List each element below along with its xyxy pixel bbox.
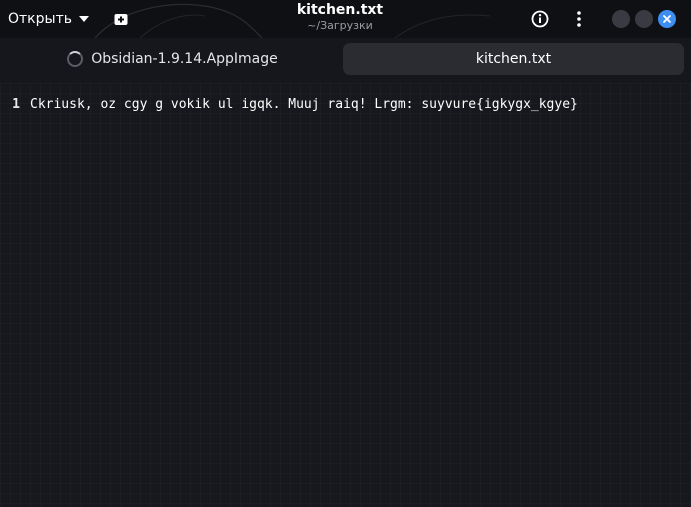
tab-obsidian-appimage[interactable]: Obsidian-1.9.14.AppImage bbox=[6, 43, 339, 75]
close-icon bbox=[663, 15, 671, 23]
text-editor-window: Открыть kitchen.txt ~/Загрузки Obsidian-… bbox=[0, 0, 691, 507]
loading-spinner-icon bbox=[67, 51, 84, 67]
open-button-label: Открыть bbox=[8, 11, 72, 27]
kebab-menu-icon bbox=[577, 11, 581, 27]
tab-label: kitchen.txt bbox=[475, 51, 552, 67]
line-number: 1 bbox=[12, 96, 20, 112]
file-path: ~/Загрузки bbox=[307, 19, 373, 32]
header-bar: Открыть kitchen.txt ~/Загрузки bbox=[0, 0, 691, 38]
document-info-button[interactable] bbox=[527, 6, 553, 32]
chevron-down-icon bbox=[78, 16, 89, 22]
new-tab-button[interactable] bbox=[108, 6, 134, 32]
editor-line: 1 Ckriusk, oz cgy g vokik ul igqk. Muuj … bbox=[0, 95, 578, 113]
open-button[interactable]: Открыть bbox=[0, 6, 97, 32]
text-editor-area[interactable]: 1 Ckriusk, oz cgy g vokik ul igqk. Muuj … bbox=[0, 83, 691, 507]
window-title: kitchen.txt ~/Загрузки bbox=[240, 2, 440, 33]
tab-label: Obsidian-1.9.14.AppImage bbox=[91, 51, 278, 67]
tab-bar: Obsidian-1.9.14.AppImage kitchen.txt bbox=[0, 38, 691, 83]
info-icon bbox=[531, 10, 549, 28]
minimize-button[interactable] bbox=[612, 10, 630, 28]
new-tab-icon bbox=[114, 14, 128, 25]
file-title: kitchen.txt bbox=[296, 2, 384, 18]
close-button[interactable] bbox=[658, 10, 676, 28]
tab-kitchen-txt[interactable]: kitchen.txt bbox=[343, 43, 684, 75]
main-menu-button[interactable] bbox=[566, 6, 592, 32]
maximize-button[interactable] bbox=[635, 10, 653, 28]
line-text[interactable]: Ckriusk, oz cgy g vokik ul igqk. Muuj ra… bbox=[30, 97, 578, 112]
